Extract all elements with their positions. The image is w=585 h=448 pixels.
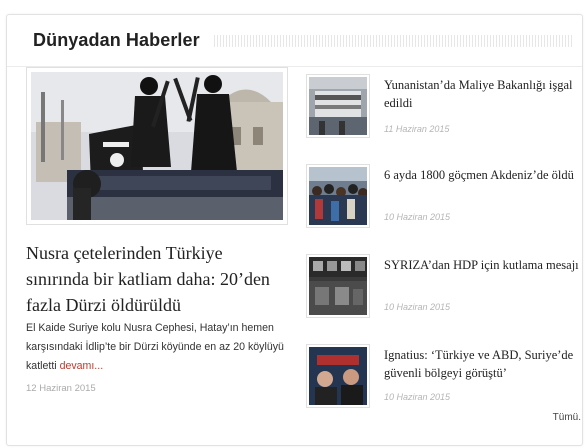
news-item[interactable]: Yunanistan’da Maliye Bakanlığı işgal edi… [306, 74, 576, 144]
news-thumbnail[interactable] [306, 74, 370, 138]
thumbnail-image [309, 167, 367, 225]
header-decoration [214, 35, 574, 47]
featured-photo [31, 72, 283, 220]
news-date: 10 Haziran 2015 [384, 392, 451, 402]
widget-header: Dünyadan Haberler [7, 15, 582, 67]
news-thumbnail[interactable] [306, 164, 370, 228]
featured-image[interactable] [26, 67, 288, 225]
read-more-link[interactable]: devamı... [60, 360, 104, 372]
news-title[interactable]: 6 ayda 1800 göçmen Akdeniz’de öldü [384, 166, 579, 184]
news-title[interactable]: Yunanistan’da Maliye Bakanlığı işgal edi… [384, 76, 579, 112]
view-all-link[interactable]: Tümü. [553, 412, 581, 423]
thumbnail-image [309, 347, 367, 405]
thumbnail-image [309, 77, 367, 135]
news-thumbnail[interactable] [306, 254, 370, 318]
news-date: 10 Haziran 2015 [384, 212, 451, 222]
news-title[interactable]: SYRIZA’dan HDP için kutlama mesajı [384, 256, 579, 274]
featured-date: 12 Haziran 2015 [26, 383, 96, 394]
news-thumbnail[interactable] [306, 344, 370, 408]
widget-title: Dünyadan Haberler [33, 30, 200, 50]
featured-headline[interactable]: Nusra çetelerinden Türkiye sınırında bir… [26, 240, 288, 318]
news-date: 11 Haziran 2015 [384, 124, 450, 134]
news-item[interactable]: SYRIZA’dan HDP için kutlama mesajı 10 Ha… [306, 254, 579, 324]
thumbnail-image [309, 257, 367, 315]
news-date: 10 Haziran 2015 [384, 302, 451, 312]
featured-summary: El Kaide Suriye kolu Nusra Cephesi, Hata… [26, 319, 288, 376]
news-item[interactable]: 6 ayda 1800 göçmen Akdeniz’de öldü 10 Ha… [306, 164, 576, 234]
news-title[interactable]: Ignatius: ‘Türkiye ve ABD, Suriye’de güv… [384, 346, 579, 382]
news-item[interactable]: Ignatius: ‘Türkiye ve ABD, Suriye’de güv… [306, 344, 576, 414]
